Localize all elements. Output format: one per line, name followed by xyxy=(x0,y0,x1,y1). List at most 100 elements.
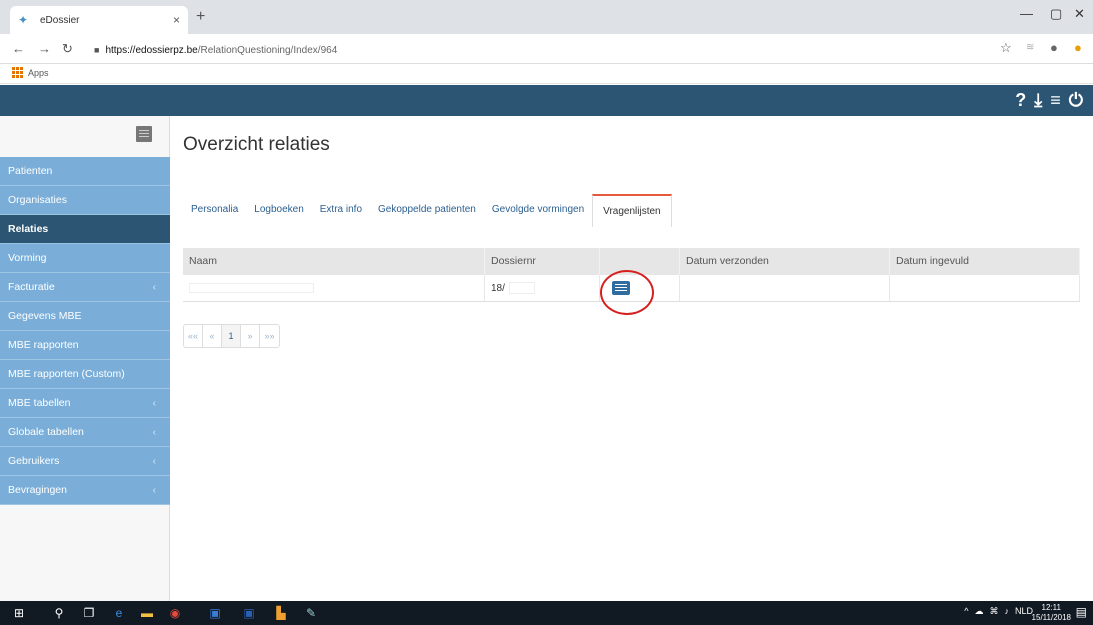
chrome-icon[interactable]: ◉ xyxy=(166,604,184,622)
sidebar-item-mbe-rapporten[interactable]: MBE rapporten xyxy=(0,331,170,360)
pager-first[interactable]: «« xyxy=(184,325,204,347)
app-icon[interactable]: ▙ xyxy=(272,604,290,622)
browser-tab[interactable]: ✦ eDossier × xyxy=(10,6,188,34)
sidebar-item-label: MBE tabellen xyxy=(8,397,71,409)
chevron-left-icon: ‹ xyxy=(152,456,156,467)
minimize-icon[interactable]: — xyxy=(1020,6,1033,21)
redacted-name xyxy=(189,283,314,293)
outlook-icon[interactable]: ▣ xyxy=(206,604,224,622)
sidebar-item-label: Gebruikers xyxy=(8,455,60,467)
power-icon[interactable]: ⏻ xyxy=(1069,89,1083,111)
pager-next[interactable]: » xyxy=(241,325,261,347)
sidebar-item-gegevens-mbe[interactable]: Gegevens MBE xyxy=(0,302,170,331)
url-host: https://edossierpz.be xyxy=(105,45,198,56)
help-icon[interactable]: ? xyxy=(1015,89,1026,111)
tab-vragenlijsten[interactable]: Vragenlijsten xyxy=(592,194,672,227)
tab-gevolgde-vormingen[interactable]: Gevolgde vormingen xyxy=(484,194,592,227)
chevron-up-icon[interactable]: ^ xyxy=(964,606,968,617)
cell-datum-verzonden xyxy=(680,275,890,301)
url-path: /RelationQuestioning/Index/964 xyxy=(197,45,338,56)
redacted-dossiernr xyxy=(509,282,535,294)
sidebar-item-mbe-tabellen[interactable]: MBE tabellen ‹ xyxy=(0,389,170,418)
detail-tabs: Personalia Logboeken Extra info Gekoppel… xyxy=(183,194,672,227)
sidebar-toggle-icon[interactable] xyxy=(136,126,152,142)
database-icon[interactable]: ≡ xyxy=(1050,89,1061,111)
bookmark-star-icon[interactable]: ☆ xyxy=(1000,40,1012,56)
bookmarks-bar: Apps xyxy=(0,64,1093,84)
close-tab-icon[interactable]: × xyxy=(173,13,180,27)
page-title: Overzicht relaties xyxy=(183,134,330,155)
pager-last[interactable]: »» xyxy=(260,325,279,347)
tab-gekoppelde-patienten[interactable]: Gekoppelde patienten xyxy=(370,194,484,227)
pagination: «« « 1 » »» xyxy=(183,324,281,348)
apps-label: Apps xyxy=(28,67,49,78)
column-header-dossiernr[interactable]: Dossiernr xyxy=(485,248,600,275)
sidebar-item-vorming[interactable]: Vorming xyxy=(0,244,170,273)
cell-dossiernr: 18/ xyxy=(485,275,600,301)
sidebar-item-label: Organisaties xyxy=(8,194,67,206)
clock-date: 15/11/2018 xyxy=(1031,613,1071,622)
task-view-icon[interactable]: ❐ xyxy=(80,604,98,622)
maximize-icon[interactable]: ▢ xyxy=(1050,6,1062,22)
extension-icon[interactable]: ≋ xyxy=(1026,42,1034,53)
sidebar-item-gebruikers[interactable]: Gebruikers ‹ xyxy=(0,447,170,476)
sidebar-item-label: MBE rapporten xyxy=(8,339,79,351)
clock[interactable]: 12:11 15/11/2018 xyxy=(1032,603,1071,623)
sidebar-item-bevragingen[interactable]: Bevragingen ‹ xyxy=(0,476,170,505)
windows-start-icon[interactable]: ⊞ xyxy=(10,604,28,622)
sidebar-item-label: Relaties xyxy=(8,223,49,235)
apps-grid-icon xyxy=(12,67,23,78)
lock-icon: ■ xyxy=(94,45,100,55)
sidebar-item-label: Vorming xyxy=(8,252,47,264)
notification-icon[interactable]: ▤ xyxy=(1076,605,1087,619)
volume-icon[interactable]: ♪ xyxy=(1004,606,1009,617)
sidebar-item-label: Facturatie xyxy=(8,281,55,293)
edge-icon[interactable]: e xyxy=(110,604,128,622)
profile-avatar-icon[interactable]: ● xyxy=(1050,40,1058,55)
reload-icon[interactable]: ↻ xyxy=(62,41,73,57)
chevron-left-icon: ‹ xyxy=(152,398,156,409)
paint-icon[interactable]: ✎ xyxy=(302,604,320,622)
update-icon[interactable]: ● xyxy=(1074,40,1082,55)
word-icon[interactable]: ▣ xyxy=(240,604,258,622)
search-icon[interactable]: ⚲ xyxy=(50,604,68,622)
sidebar-item-label: Globale tabellen xyxy=(8,426,84,438)
tab-personalia[interactable]: Personalia xyxy=(183,194,246,227)
apps-bookmark[interactable]: Apps xyxy=(12,67,49,78)
sidebar-item-relaties[interactable]: Relaties xyxy=(0,215,170,244)
back-icon[interactable]: ← xyxy=(12,41,25,56)
tab-logboeken[interactable]: Logboeken xyxy=(246,194,312,227)
language-indicator[interactable]: NLD xyxy=(1015,606,1033,617)
file-explorer-icon[interactable]: ▬ xyxy=(138,604,156,622)
sidebar-item-label: MBE rapporten (Custom) xyxy=(8,368,125,380)
cloud-icon[interactable]: ☁ xyxy=(974,606,983,617)
pager-page-1[interactable]: 1 xyxy=(222,325,242,347)
new-tab-icon[interactable]: + xyxy=(196,8,205,26)
sidebar-item-organisaties[interactable]: Organisaties xyxy=(0,186,170,215)
chevron-left-icon: ‹ xyxy=(152,485,156,496)
network-icon[interactable]: ⌘ xyxy=(989,606,998,617)
tab-extra-info[interactable]: Extra info xyxy=(312,194,370,227)
column-header-datum-verzonden[interactable]: Datum verzonden xyxy=(680,248,890,275)
column-header-naam[interactable]: Naam xyxy=(183,248,485,275)
address-bar-row: ← → ↻ ■ https://edossierpz.be/RelationQue… xyxy=(0,34,1093,64)
clock-time: 12:11 xyxy=(1041,603,1061,612)
url-field[interactable]: ■ https://edossierpz.be/RelationQuestioni… xyxy=(94,40,974,60)
sidebar-item-label: Gegevens MBE xyxy=(8,310,82,322)
chevron-left-icon: ‹ xyxy=(152,427,156,438)
forward-icon[interactable]: → xyxy=(38,41,51,56)
sidebar-item-globale-tabellen[interactable]: Globale tabellen ‹ xyxy=(0,418,170,447)
browser-tabbar: ✦ eDossier × + — ▢ ✕ xyxy=(0,0,1093,34)
sidebar-item-patienten[interactable]: Patienten xyxy=(0,157,170,186)
app-header: ? ⤓ ≡ ⏻ xyxy=(0,85,1093,116)
pager-prev[interactable]: « xyxy=(203,325,223,347)
chevron-left-icon: ‹ xyxy=(152,282,156,293)
download-icon[interactable]: ⤓ xyxy=(1034,89,1042,111)
sidebar: Patienten Organisaties Relaties Vorming … xyxy=(0,116,170,601)
taskbar: ⊞ ⚲ ❐ e ▬ ◉ ▣ ▣ ▙ ✎ ^ ☁ ⌘ ♪ NLD 12:11 15… xyxy=(0,601,1093,625)
sidebar-item-mbe-rapporten-custom[interactable]: MBE rapporten (Custom) xyxy=(0,360,170,389)
sidebar-item-facturatie[interactable]: Facturatie ‹ xyxy=(0,273,170,302)
sidebar-menu: Patienten Organisaties Relaties Vorming … xyxy=(0,157,170,505)
close-window-icon[interactable]: ✕ xyxy=(1074,6,1085,22)
column-header-datum-ingevuld[interactable]: Datum ingevuld xyxy=(890,248,1080,275)
